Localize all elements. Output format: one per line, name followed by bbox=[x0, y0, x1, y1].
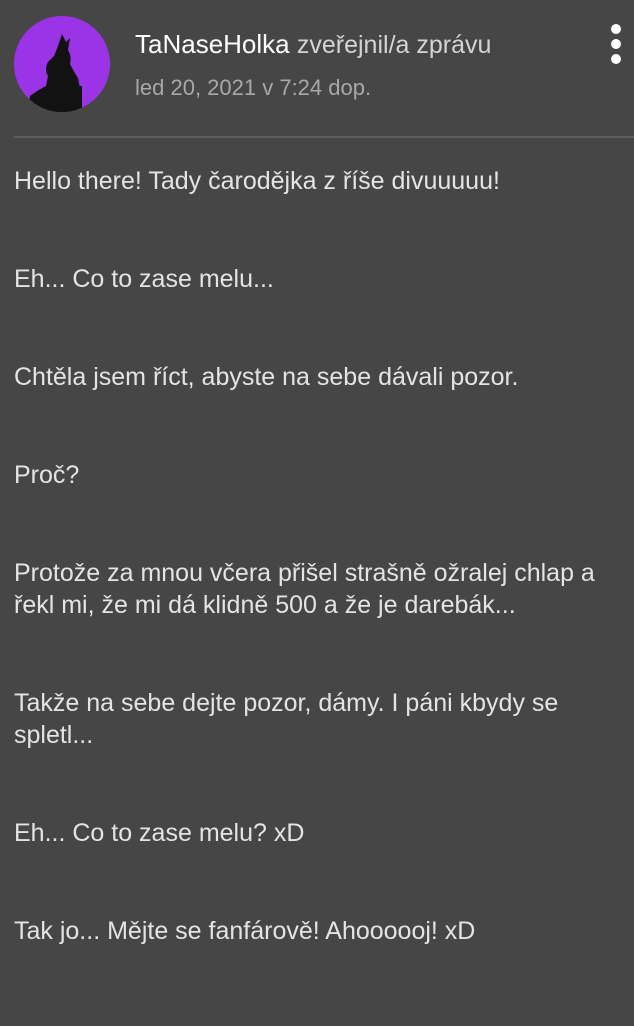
post-paragraph: Eh... Co to zase melu... bbox=[14, 265, 274, 293]
post-paragraph: Eh... Co to zase melu? xD bbox=[14, 819, 305, 847]
howling-wolf-icon bbox=[14, 16, 110, 112]
menu-dot bbox=[611, 54, 621, 64]
post-paragraph: Chtěla jsem říct, abyste na sebe dávali … bbox=[14, 363, 519, 391]
menu-dot bbox=[611, 39, 621, 49]
avatar[interactable] bbox=[14, 16, 110, 112]
post-body: Hello there! Tady čarodějka z říše divuu… bbox=[14, 165, 624, 1013]
post-card: TaNaseHolka zveřejnil/a zprávu led 20, 2… bbox=[0, 0, 634, 1026]
author-line: TaNaseHolka zveřejnil/a zprávu bbox=[135, 28, 491, 61]
post-paragraph: Proč? bbox=[14, 461, 80, 489]
author-action: zveřejnil/a zprávu bbox=[296, 31, 492, 59]
post-paragraph: Takže na sebe dejte pozor, dámy. I páni … bbox=[14, 689, 559, 749]
post-date: led 20, 2021 v 7:24 dop. bbox=[135, 75, 372, 100]
post-paragraph: Hello there! Tady čarodějka z říše divuu… bbox=[14, 167, 500, 195]
more-vertical-icon[interactable] bbox=[600, 22, 632, 66]
post-paragraph: Protože za mnou včera přišel strašně ožr… bbox=[14, 559, 595, 619]
header-divider bbox=[14, 136, 634, 138]
author-name[interactable]: TaNaseHolka bbox=[135, 29, 290, 59]
post-header: TaNaseHolka zveřejnil/a zprávu led 20, 2… bbox=[0, 0, 634, 137]
post-paragraph: Tak jo... Mějte se fanfárově! Ahoooooj! … bbox=[14, 917, 476, 945]
menu-dot bbox=[611, 24, 621, 34]
